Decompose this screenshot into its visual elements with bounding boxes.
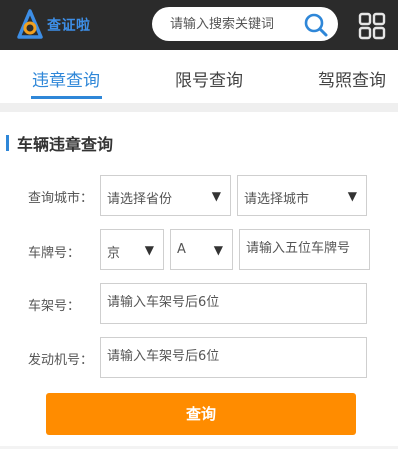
engine-label: 发动机号：: [28, 353, 94, 368]
city-label: 查询城市：: [28, 191, 94, 206]
logo[interactable]: 查证啦: [16, 7, 91, 43]
top-bar: 查证啦: [0, 0, 398, 50]
plate-prefix-value: 京: [107, 246, 121, 261]
plate-prefix-select[interactable]: 京 ▼: [100, 229, 164, 270]
engine-number-field[interactable]: [100, 337, 367, 378]
section-accent-bar: [6, 135, 9, 151]
tab-restriction-query[interactable]: 限号查询: [175, 66, 243, 91]
dropdown-arrow-icon: ▼: [213, 243, 223, 257]
city-select-value: 请选择城市: [244, 192, 310, 207]
plate-number-field[interactable]: [239, 229, 370, 270]
plate-letter-select[interactable]: A ▼: [170, 229, 233, 270]
grid-menu-icon[interactable]: [358, 12, 386, 40]
tab-license-query[interactable]: 驾照查询: [318, 66, 386, 91]
city-select[interactable]: 请选择城市 ▼: [237, 175, 367, 216]
query-button[interactable]: 查询: [46, 393, 356, 435]
plate-letter-value: A: [177, 242, 186, 257]
dropdown-arrow-icon: ▼: [347, 189, 357, 203]
dropdown-arrow-icon: ▼: [144, 243, 154, 257]
search-input[interactable]: [170, 15, 300, 33]
logo-text: 查证啦: [47, 18, 91, 34]
search-box[interactable]: [152, 7, 338, 41]
tab-violation-query[interactable]: 违章查询: [32, 66, 100, 91]
search-icon[interactable]: [303, 12, 329, 38]
section-heading: 车辆违章查询: [6, 132, 113, 154]
plate-label: 车牌号：: [28, 246, 81, 261]
logo-icon: [17, 9, 43, 39]
engine-number-input[interactable]: [107, 349, 346, 364]
frame-label: 车架号：: [28, 299, 81, 314]
plate-number-input[interactable]: [246, 241, 363, 256]
frame-number-field[interactable]: [100, 283, 367, 324]
section-title: 车辆违章查询: [17, 135, 114, 154]
province-select[interactable]: 请选择省份 ▼: [100, 175, 231, 216]
province-select-value: 请选择省份: [107, 192, 173, 207]
dropdown-arrow-icon: ▼: [211, 189, 221, 203]
section-divider: [0, 103, 398, 112]
active-tab-indicator: [31, 96, 102, 99]
frame-number-input[interactable]: [107, 295, 346, 310]
